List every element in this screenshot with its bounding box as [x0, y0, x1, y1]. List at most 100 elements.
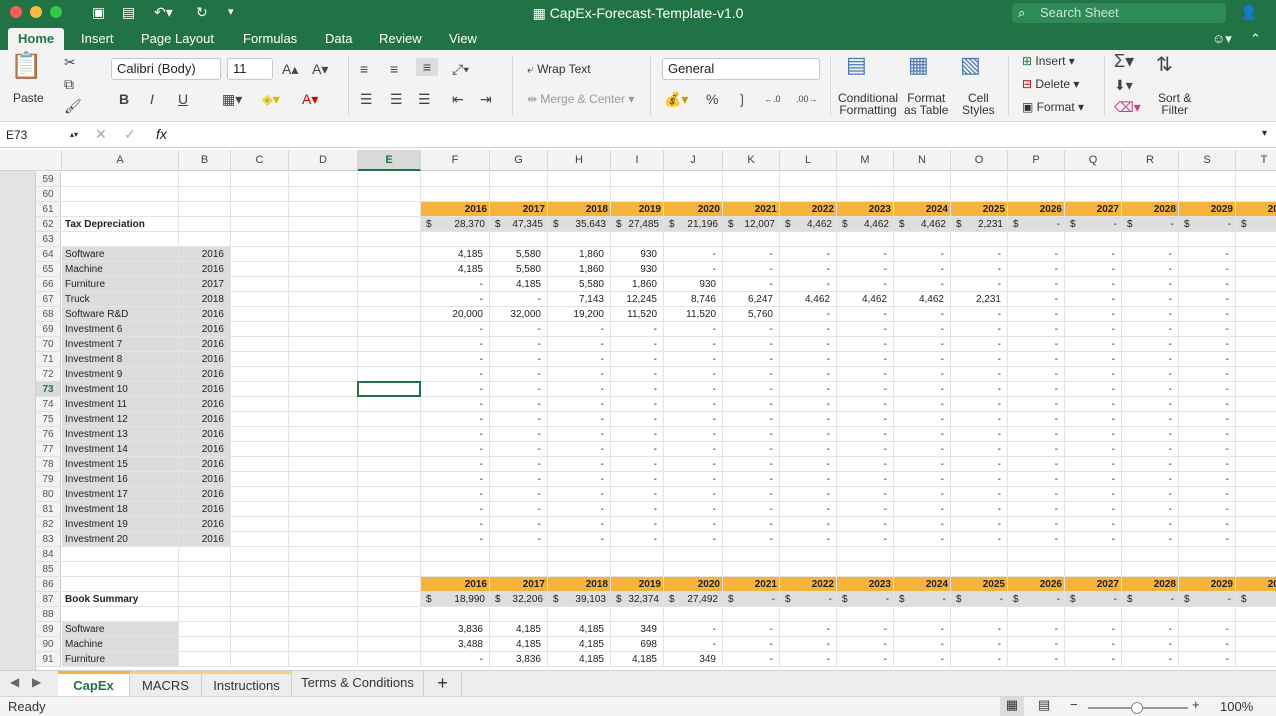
grid-cell[interactable]: [231, 172, 289, 187]
value-cell[interactable]: -: [951, 247, 1008, 262]
expand-formula-icon[interactable]: ▾: [1262, 128, 1267, 139]
sheet-tab-instructions[interactable]: Instructions: [202, 671, 292, 696]
row-number[interactable]: 60: [36, 187, 61, 202]
value-cell[interactable]: -: [1122, 487, 1179, 502]
row-label[interactable]: Investment 13: [62, 427, 179, 442]
grid-cell[interactable]: [231, 607, 289, 622]
value-cell[interactable]: -: [837, 397, 894, 412]
value-cell[interactable]: -: [723, 367, 780, 382]
value-cell[interactable]: -: [1065, 472, 1122, 487]
conditional-formatting-button[interactable]: Conditional Formatting: [838, 92, 898, 116]
grid-cell[interactable]: [1236, 532, 1276, 547]
grid-cell[interactable]: [1179, 547, 1236, 562]
year-header-cell[interactable]: 2017: [490, 577, 548, 592]
grid-cell[interactable]: [1236, 322, 1276, 337]
total-value-cell[interactable]: $-: [951, 592, 1008, 607]
grid-cell[interactable]: [289, 232, 358, 247]
grid-cell[interactable]: [358, 277, 421, 292]
value-cell[interactable]: -: [548, 322, 611, 337]
value-cell[interactable]: -: [780, 262, 837, 277]
value-cell[interactable]: -: [723, 412, 780, 427]
value-cell[interactable]: 1,860: [611, 277, 664, 292]
grid-cell[interactable]: [837, 562, 894, 577]
grid-cell[interactable]: [179, 637, 231, 652]
value-cell[interactable]: -: [780, 382, 837, 397]
grid-cell[interactable]: [358, 247, 421, 262]
total-value-cell[interactable]: $39,103: [548, 592, 611, 607]
value-cell[interactable]: -: [1122, 382, 1179, 397]
column-header[interactable]: C: [231, 150, 289, 171]
value-cell[interactable]: -: [837, 412, 894, 427]
value-cell[interactable]: -: [1179, 487, 1236, 502]
value-cell[interactable]: -: [548, 337, 611, 352]
value-cell[interactable]: 349: [611, 622, 664, 637]
value-cell[interactable]: -: [664, 337, 723, 352]
value-cell[interactable]: 11,520: [611, 307, 664, 322]
value-cell[interactable]: -: [780, 502, 837, 517]
value-cell[interactable]: -: [611, 487, 664, 502]
grid-cell[interactable]: [723, 547, 780, 562]
value-cell[interactable]: 4,185: [421, 262, 490, 277]
value-cell[interactable]: -: [780, 352, 837, 367]
grid-cell[interactable]: [179, 217, 231, 232]
grid-cell[interactable]: [1122, 232, 1179, 247]
year-header-cell[interactable]: 2020: [664, 577, 723, 592]
grid-cell[interactable]: [179, 232, 231, 247]
value-cell[interactable]: -: [421, 367, 490, 382]
value-cell[interactable]: -: [1008, 247, 1065, 262]
grid-cell[interactable]: [289, 622, 358, 637]
value-cell[interactable]: -: [664, 457, 723, 472]
value-cell[interactable]: -: [490, 487, 548, 502]
grid-cell[interactable]: [1179, 607, 1236, 622]
grid-cell[interactable]: [1179, 232, 1236, 247]
grid-cell[interactable]: [490, 562, 548, 577]
value-cell[interactable]: -: [723, 637, 780, 652]
value-cell[interactable]: 12,245: [611, 292, 664, 307]
value-cell[interactable]: 5,580: [548, 277, 611, 292]
value-cell[interactable]: -: [1179, 352, 1236, 367]
grid-cell[interactable]: [358, 577, 421, 592]
value-cell[interactable]: -: [723, 337, 780, 352]
grid-cell[interactable]: [289, 352, 358, 367]
grid-cell[interactable]: [490, 547, 548, 562]
paste-button[interactable]: Paste: [13, 91, 44, 105]
value-cell[interactable]: -: [421, 652, 490, 667]
row-number[interactable]: 67: [36, 292, 61, 307]
increase-font-icon[interactable]: A▴: [282, 60, 298, 78]
grid-cell[interactable]: [289, 307, 358, 322]
value-cell[interactable]: -: [837, 277, 894, 292]
zoom-slider-thumb[interactable]: [1131, 702, 1143, 714]
placed-in-service-year[interactable]: 2016: [179, 517, 231, 532]
grid-cell[interactable]: [664, 172, 723, 187]
placed-in-service-year[interactable]: 2016: [179, 412, 231, 427]
value-cell[interactable]: -: [1065, 487, 1122, 502]
year-header-cell[interactable]: 2018: [548, 202, 611, 217]
grid-cell[interactable]: [1179, 187, 1236, 202]
value-cell[interactable]: -: [837, 637, 894, 652]
grid-cell[interactable]: [231, 217, 289, 232]
grid-cell[interactable]: [1236, 547, 1276, 562]
grid-cell[interactable]: [231, 202, 289, 217]
grid-cell[interactable]: [1122, 172, 1179, 187]
row-number[interactable]: 83: [36, 532, 61, 547]
grid-cell[interactable]: [231, 412, 289, 427]
value-cell[interactable]: -: [1065, 247, 1122, 262]
value-cell[interactable]: -: [837, 322, 894, 337]
next-sheet-icon[interactable]: ▶: [32, 675, 41, 689]
value-cell[interactable]: -: [951, 517, 1008, 532]
row-label[interactable]: Investment 19: [62, 517, 179, 532]
row-number[interactable]: 62: [36, 217, 61, 232]
grid-cell[interactable]: [358, 652, 421, 667]
number-format-select[interactable]: General: [662, 58, 820, 80]
value-cell[interactable]: -: [1065, 397, 1122, 412]
grid-cell[interactable]: [358, 472, 421, 487]
placed-in-service-year[interactable]: 2018: [179, 292, 231, 307]
fill-color-icon[interactable]: ◈▾: [262, 90, 280, 108]
column-header[interactable]: H: [548, 150, 611, 171]
tab-insert[interactable]: Insert: [81, 30, 114, 50]
placed-in-service-year[interactable]: 2016: [179, 532, 231, 547]
grid-cell[interactable]: [289, 202, 358, 217]
grid-cell[interactable]: [289, 187, 358, 202]
font-size-select[interactable]: 11: [227, 58, 273, 80]
value-cell[interactable]: 11,520: [664, 307, 723, 322]
